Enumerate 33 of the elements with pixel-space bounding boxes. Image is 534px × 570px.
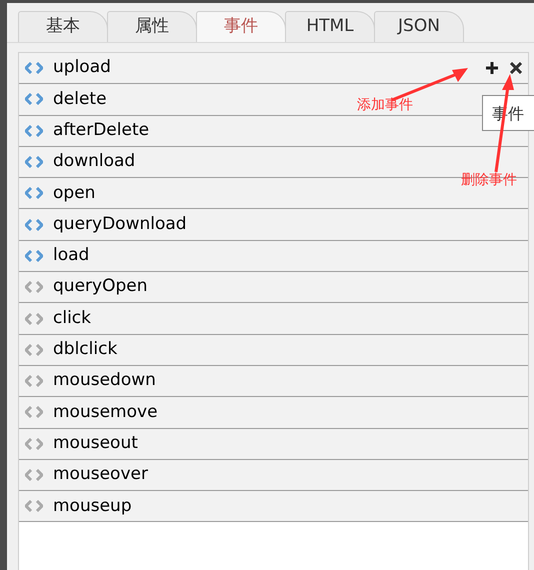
event-name: mousedown [53, 369, 156, 392]
event-name: delete [53, 88, 107, 111]
event-name: mouseup [53, 494, 132, 518]
event-row[interactable]: mouseover [19, 460, 528, 492]
event-name: queryDownload [53, 212, 187, 236]
event-name: load [53, 244, 90, 268]
event-name: mouseover [53, 463, 148, 486]
event-name: mousemove [53, 400, 158, 424]
tab[interactable]: 基本 [18, 11, 108, 42]
event-name: dblclick [53, 338, 118, 362]
event-name: queryOpen [53, 275, 148, 298]
add-icon[interactable] [486, 62, 498, 74]
event-row[interactable]: dblclick [19, 334, 528, 366]
tab[interactable]: 属性 [107, 11, 197, 42]
event-name: download [53, 150, 136, 174]
tab[interactable]: HTML [285, 11, 375, 42]
close-icon[interactable] [510, 62, 522, 74]
event-name: click [53, 306, 91, 330]
event-row[interactable]: load [19, 240, 528, 272]
event-name: upload [53, 56, 111, 80]
event-row[interactable]: click [19, 303, 528, 335]
event-row[interactable]: mousedown [19, 366, 528, 398]
event-row[interactable]: upload [19, 53, 528, 84]
event-row[interactable]: queryDownload [19, 209, 528, 241]
event-row[interactable]: mouseout [19, 428, 528, 460]
event-row[interactable]: mousemove [19, 397, 528, 429]
event-name: afterDelete [53, 118, 150, 142]
event-row[interactable]: queryOpen [19, 272, 528, 304]
tab[interactable]: JSON [374, 11, 464, 42]
event-name: mouseout [53, 432, 138, 455]
event-row[interactable]: mouseup [19, 491, 528, 522]
event-name: open [53, 182, 96, 205]
tab[interactable]: 事件 [196, 11, 286, 42]
